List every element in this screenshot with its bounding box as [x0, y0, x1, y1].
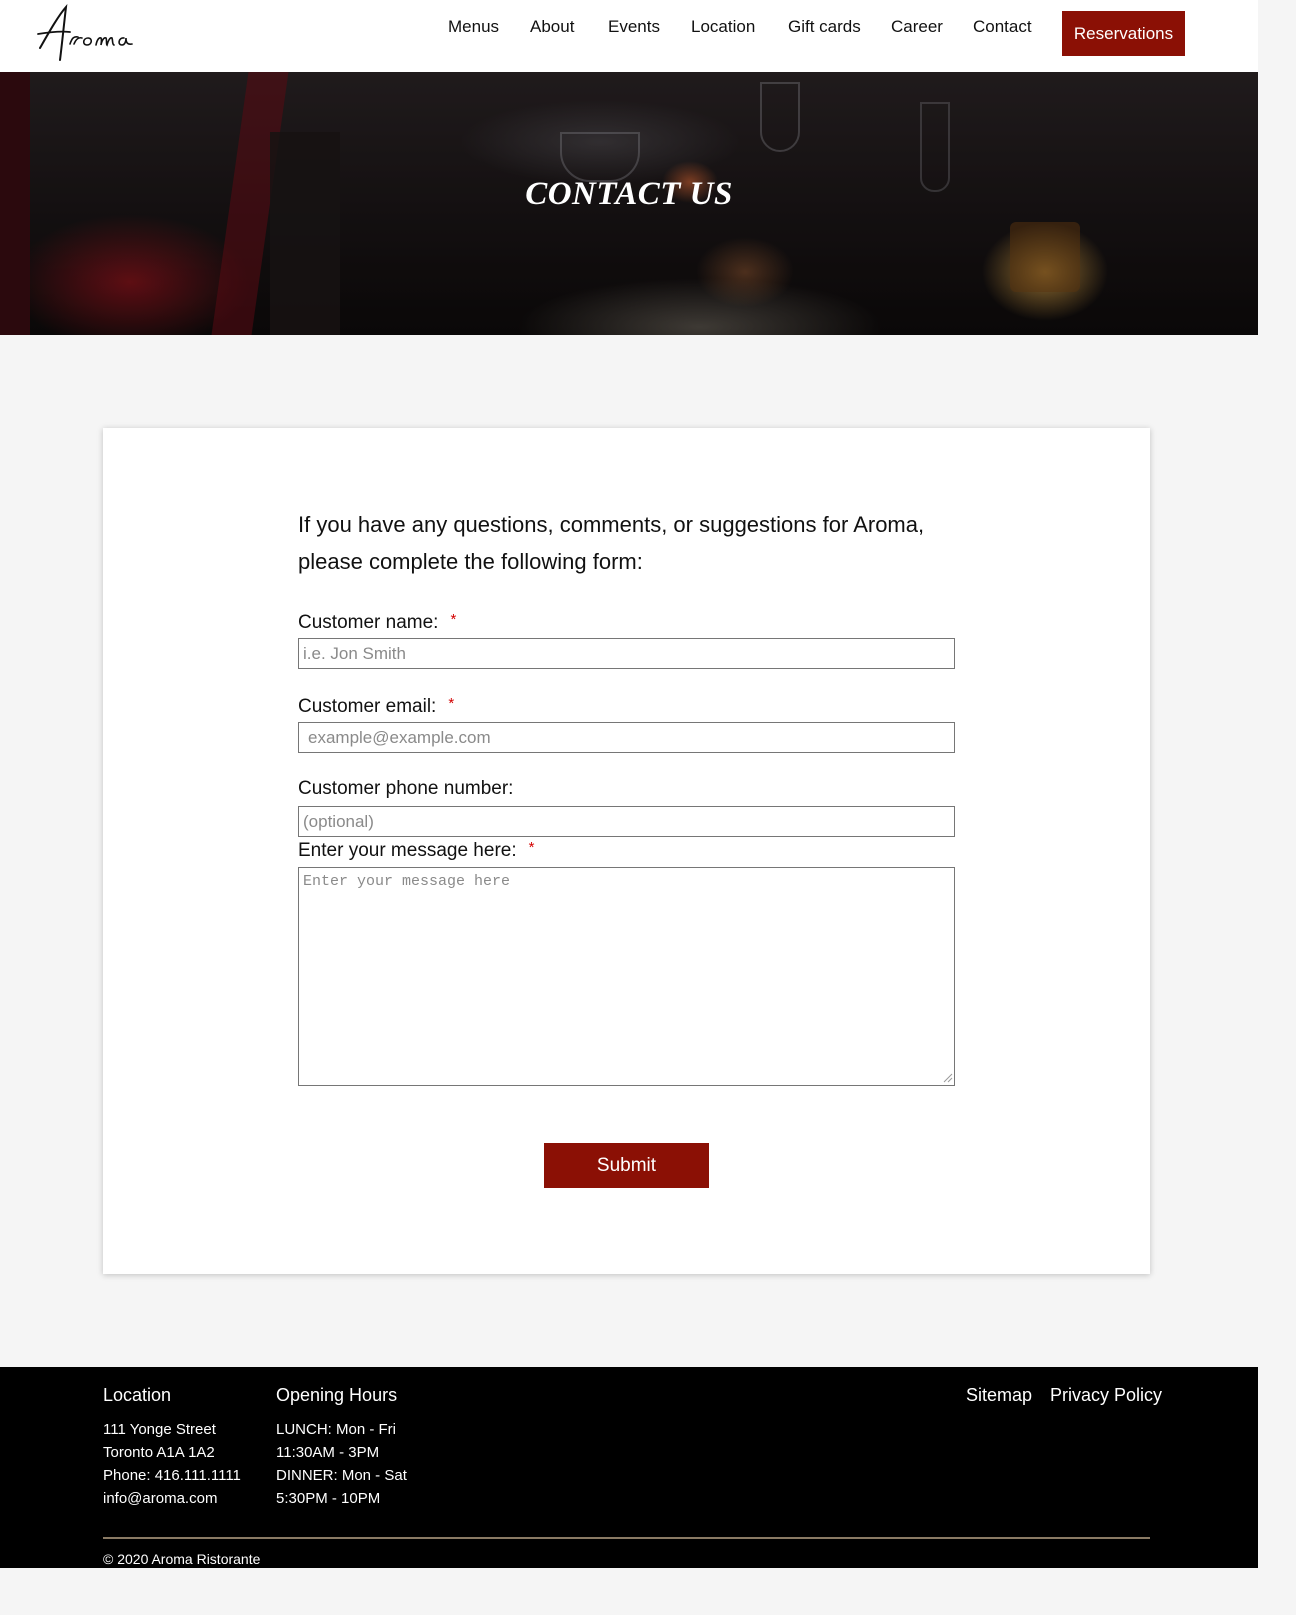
phone-label-text: Customer phone number: — [298, 778, 514, 799]
footer-hours-line: LUNCH: Mon - Fri — [276, 1421, 397, 1438]
name-label: Customer name: * — [298, 611, 456, 634]
footer-email[interactable]: info@aroma.com — [103, 1490, 217, 1507]
footer-link-sitemap[interactable]: Sitemap — [966, 1385, 1032, 1406]
footer-hours-line: 5:30PM - 10PM — [276, 1490, 381, 1507]
nav-career[interactable]: Career — [891, 17, 943, 37]
resize-grip-icon[interactable] — [941, 1071, 953, 1083]
email-label: Customer email: * — [298, 695, 454, 718]
required-asterisk: * — [450, 611, 457, 628]
hero-banner: CONTACT US — [0, 72, 1258, 335]
footer-address-line: 111 Yonge Street — [103, 1421, 216, 1438]
footer-phone: Phone: 416.111.1111 — [103, 1467, 241, 1484]
message-label-text: Enter your message here: — [298, 840, 517, 861]
page-title: CONTACT US — [525, 176, 733, 212]
message-label: Enter your message here: * — [298, 839, 534, 862]
footer-hours-line: DINNER: Mon - Sat — [276, 1467, 407, 1484]
footer-location-heading: Location — [103, 1385, 172, 1405]
nav-about[interactable]: About — [530, 17, 574, 37]
reservations-button[interactable]: Reservations — [1062, 11, 1185, 56]
footer-link-privacy-policy[interactable]: Privacy Policy — [1050, 1385, 1162, 1406]
required-asterisk: * — [448, 695, 455, 712]
nav-events[interactable]: Events — [608, 17, 660, 37]
nav-gift-cards[interactable]: Gift cards — [788, 17, 861, 37]
nav-menus[interactable]: Menus — [448, 17, 499, 37]
footer-divider — [103, 1537, 1150, 1539]
site-header: Menus About Events Location Gift cards C… — [0, 0, 1258, 72]
customer-email-input[interactable] — [298, 722, 955, 753]
copyright: © 2020 Aroma Ristorante — [103, 1551, 261, 1567]
customer-name-input[interactable] — [298, 638, 955, 669]
footer-hours-heading: Opening Hours — [276, 1385, 398, 1405]
footer-hours-line: 11:30AM - 3PM — [276, 1444, 380, 1461]
footer-address-line: Toronto A1A 1A2 — [103, 1444, 215, 1461]
required-asterisk: * — [528, 839, 535, 856]
site-footer: Location 111 Yonge Street Toronto A1A 1A… — [0, 1367, 1258, 1568]
aroma-logo[interactable] — [36, 3, 140, 64]
contact-form-card: If you have any questions, comments, or … — [103, 428, 1150, 1274]
phone-label: Customer phone number: — [298, 778, 513, 800]
nav-contact[interactable]: Contact — [973, 17, 1032, 37]
message-textarea[interactable] — [298, 867, 955, 1086]
email-label-text: Customer email: — [298, 696, 437, 717]
customer-phone-input[interactable] — [298, 806, 955, 837]
name-label-text: Customer name: — [298, 612, 439, 633]
submit-button[interactable]: Submit — [544, 1143, 709, 1188]
nav-location[interactable]: Location — [691, 17, 755, 37]
form-intro: If you have any questions, comments, or … — [298, 512, 925, 574]
